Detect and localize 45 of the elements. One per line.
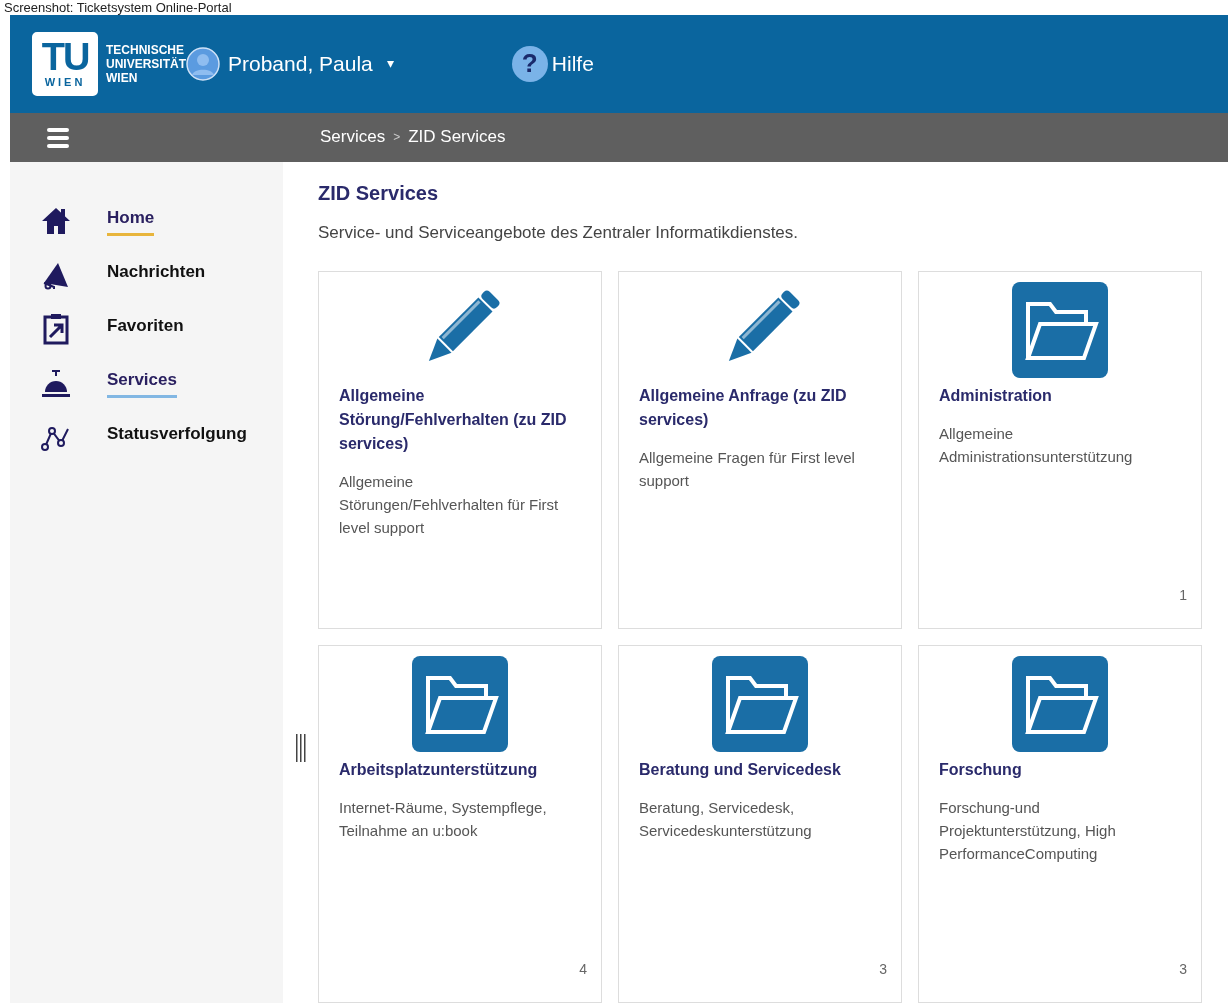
- sidebar-link[interactable]: Statusverfolgung: [107, 421, 247, 452]
- service-card[interactable]: Forschung Forschung-und Projektunterstützung, High PerformanceComputing 3: [918, 645, 1202, 1003]
- breadcrumb-link[interactable]: Services: [320, 124, 386, 150]
- user-avatar-icon[interactable]: [186, 46, 220, 81]
- folder-icon: [1012, 282, 1108, 378]
- help-icon[interactable]: ?: [511, 45, 548, 82]
- item-count: 3: [1179, 960, 1187, 979]
- item-count: 4: [579, 960, 587, 979]
- item-count: 1: [1179, 586, 1187, 605]
- breadcrumb-separator: >: [393, 129, 401, 147]
- sidebar-link[interactable]: Services: [107, 367, 177, 398]
- card-description: Forschung-und Projektunterstützung, High PerformanceComputing: [939, 798, 1117, 864]
- logo[interactable]: TU WIEN: [32, 31, 98, 96]
- page-title: ZID Services: [318, 180, 440, 206]
- card-title: Arbeitsplatzunterstützung: [339, 760, 539, 780]
- card-description: Beratung, Servicedesk, Servicedeskunterstützung: [639, 798, 813, 841]
- caret-icon[interactable]: ▾: [386, 53, 394, 75]
- service-card[interactable]: Administration Allgemeine Administrationsunterstützung 1: [918, 271, 1202, 629]
- item-count: 3: [879, 960, 887, 979]
- sidebar-link[interactable]: Home: [107, 205, 155, 236]
- card-title: Allgemeine Anfrage (zu ZID services): [639, 386, 848, 430]
- service-card[interactable]: Arbeitsplatzunterstützung Internet-Räume, Systempflege, Teilnahme an u:book 4: [318, 645, 602, 1003]
- page-subtitle: Service- und Serviceangebote des Zentraler Informatikdienstes.: [318, 221, 800, 244]
- card-title: Beratung und Servicedesk: [639, 760, 842, 780]
- service-card[interactable]: Beratung und Servicedesk Beratung, Servicedesk, Servicedeskunterstützung 3: [618, 645, 902, 1003]
- splitter-handle-icon[interactable]: [295, 733, 306, 762]
- folder-icon: [1012, 656, 1108, 752]
- card-description: Allgemeine Administrationsunterstützung: [939, 424, 1134, 467]
- sidebar-link[interactable]: Nachrichten: [107, 259, 206, 290]
- folder-icon: [412, 656, 508, 752]
- folder-icon: [712, 656, 808, 752]
- sidebar-link[interactable]: Favoriten: [107, 313, 184, 344]
- service-card[interactable]: Allgemeine Anfrage (zu ZID services) Allgemeine Fragen für First level support: [618, 271, 902, 629]
- card-title: Forschung: [939, 760, 1023, 780]
- card-description: Allgemeine Fragen für First level support: [639, 448, 856, 491]
- breadcrumb-link[interactable]: ZID Services: [408, 124, 506, 150]
- card-title: Administration: [939, 386, 1053, 406]
- help-link[interactable]: Hilfe: [551, 48, 594, 80]
- university-name: TECHNISCHE UNIVERSITÄT WIEN: [106, 42, 186, 85]
- card-description: Allgemeine Störungen/Fehlverhalten für First level support: [339, 472, 560, 538]
- caption: Screenshot: Ticketsystem Online-Portal: [3, 0, 233, 15]
- user-name[interactable]: Proband, Paula: [228, 48, 373, 80]
- card-title: Allgemeine Störung/Fehlverhalten (zu ZID services): [339, 386, 568, 454]
- card-description: Internet-Räume, Systempflege, Teilnahme an u:book: [339, 798, 548, 841]
- service-card[interactable]: Allgemeine Störung/Fehlverhalten (zu ZID services) Allgemeine Störungen/Fehlverhalten für First level support: [318, 271, 602, 629]
